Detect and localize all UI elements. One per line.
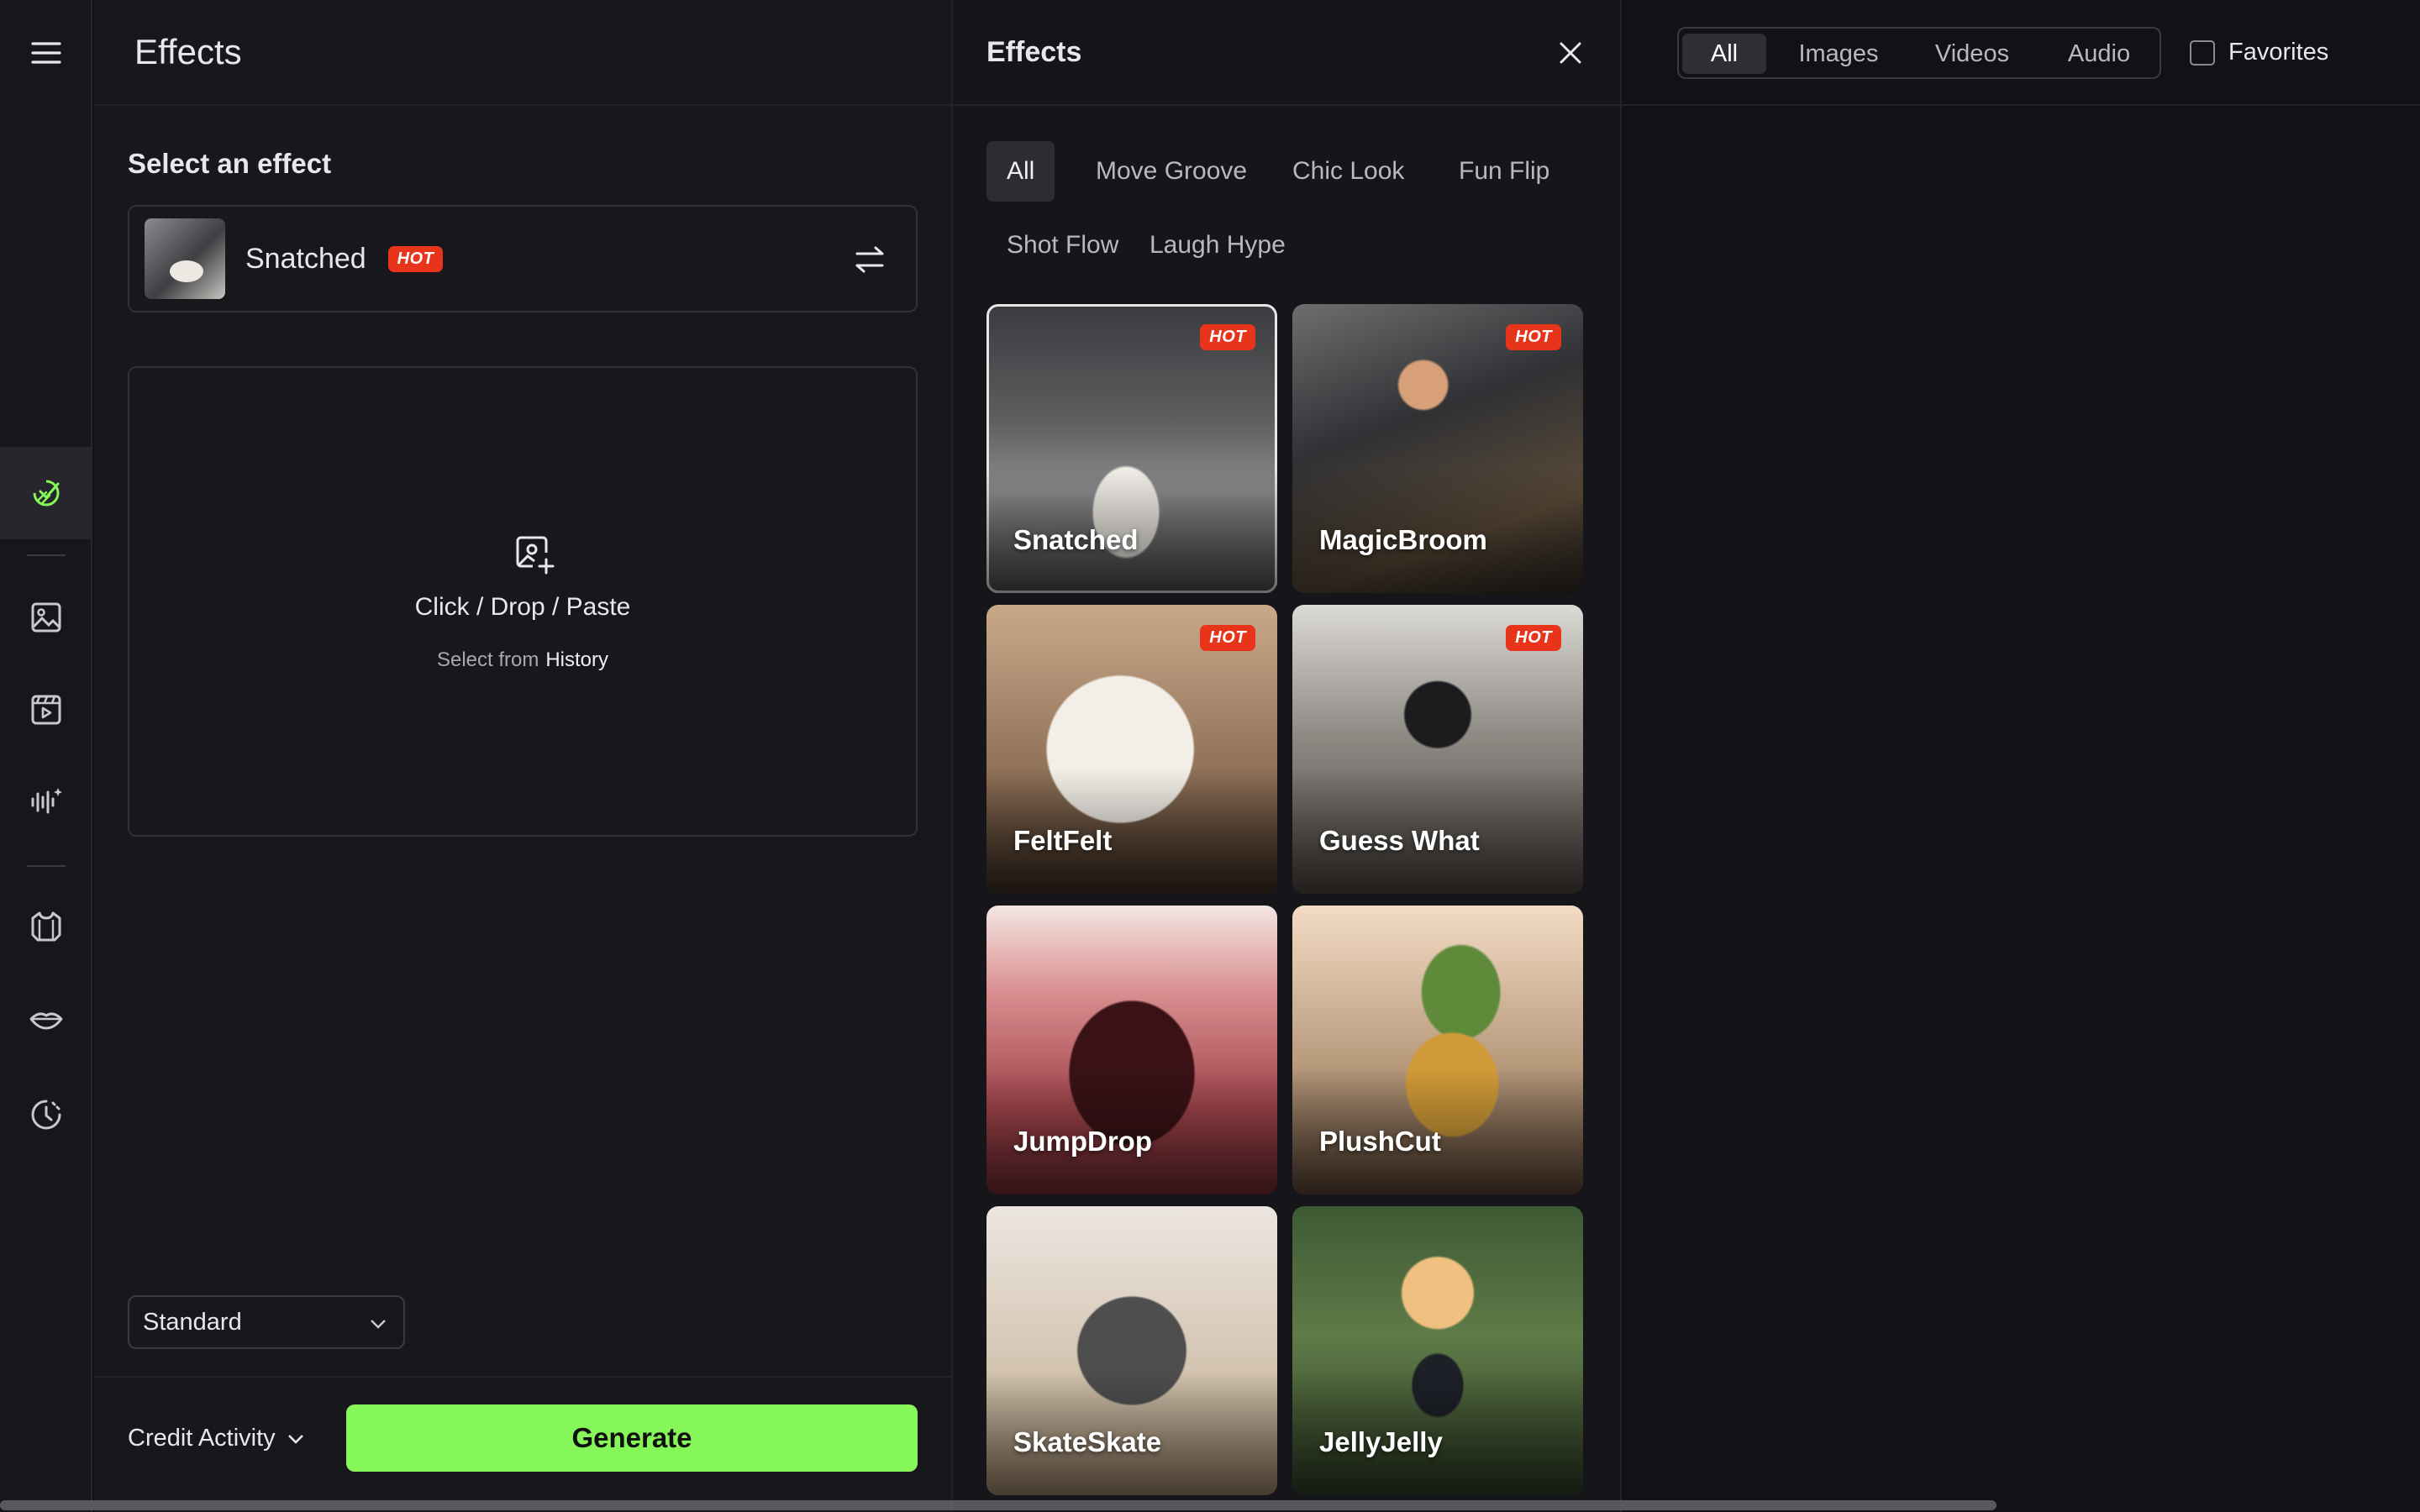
image-add-icon (516, 536, 555, 575)
chevron-down-icon (287, 1434, 303, 1444)
menu-icon[interactable] (0, 7, 92, 99)
effect-card-label: SkateSkate (1013, 1426, 1162, 1457)
image-icon[interactable] (0, 571, 92, 664)
favorites-toggle[interactable]: Favorites (2190, 39, 2328, 66)
effect-card-magicbroom[interactable]: HOT MagicBroom (1292, 304, 1583, 593)
sidebar-divider (27, 554, 66, 556)
effect-card-label: PlushCut (1319, 1126, 1441, 1157)
history-icon[interactable] (0, 1068, 92, 1161)
quality-select[interactable]: Standard (128, 1295, 405, 1349)
effect-card-jellyjelly[interactable]: JellyJelly (1292, 1206, 1583, 1495)
effect-card-label: FeltFelt (1013, 825, 1113, 856)
hot-badge: HOT (387, 245, 444, 272)
results-area: All Images Videos Audio Favorites (1622, 0, 2420, 1512)
selected-effect-name: Snatched (245, 242, 366, 275)
filter-videos[interactable]: Videos (1909, 34, 2035, 74)
effects-icon[interactable] (0, 447, 92, 539)
credit-activity-label: Credit Activity (128, 1425, 276, 1452)
effect-card-label: Snatched (1013, 524, 1139, 555)
effect-settings-panel: Effects Select an effect Snatched HOT Cl… (94, 0, 951, 1512)
filter-audio[interactable]: Audio (2040, 34, 2158, 74)
credit-activity-dropdown[interactable]: Credit Activity (128, 1425, 306, 1452)
history-hint: Select from History (129, 648, 916, 672)
effects-panel-title: Effects (953, 0, 1620, 106)
upload-instructions: Click / Drop / Paste (414, 593, 631, 621)
results-toolbar: All Images Videos Audio Favorites (1622, 0, 2420, 106)
effect-card-snatched[interactable]: HOT Snatched (986, 304, 1277, 593)
close-icon[interactable] (1556, 39, 1585, 67)
generate-button[interactable]: Generate (346, 1404, 918, 1472)
effect-card-label: Guess What (1319, 825, 1480, 856)
favorites-checkbox[interactable] (2190, 39, 2215, 66)
horizontal-scrollbar[interactable] (0, 1500, 1996, 1510)
favorites-label: Favorites (2228, 39, 2329, 66)
section-title: Select an effect (128, 148, 332, 179)
tab-laugh-hype[interactable]: Laugh Hype (1129, 215, 1306, 276)
effect-card-label: JellyJelly (1319, 1426, 1443, 1457)
effect-card-label: MagicBroom (1319, 524, 1487, 555)
hot-badge: HOT (1200, 625, 1255, 651)
sidebar-rail (0, 0, 92, 1512)
lip-sync-icon[interactable] (0, 974, 92, 1067)
audio-icon[interactable] (0, 756, 92, 848)
panel-title: Effects (94, 0, 951, 106)
effects-browser-panel: Effects All Move Groove Chic Look Fun Fl… (951, 0, 1622, 1512)
upload-dropzone[interactable]: Click / Drop / Paste Select from History (128, 366, 918, 837)
effect-card-plushcut[interactable]: PlushCut (1292, 906, 1583, 1194)
history-hint-text: Select from (436, 648, 539, 671)
sidebar-divider (27, 865, 66, 867)
filter-all[interactable]: All (1682, 34, 1766, 74)
media-filter: All Images Videos Audio (1677, 27, 2161, 79)
swap-icon[interactable] (850, 240, 889, 279)
hot-badge: HOT (1506, 625, 1561, 651)
effect-thumbnail (145, 218, 225, 299)
selected-effect[interactable]: Snatched HOT (128, 205, 918, 312)
filter-images[interactable]: Images (1780, 34, 1897, 74)
effect-card-guess-what[interactable]: HOT Guess What (1292, 605, 1583, 894)
tab-fun-flip[interactable]: Fun Flip (1439, 141, 1570, 202)
tab-shot-flow[interactable]: Shot Flow (986, 215, 1139, 276)
effect-card-label: JumpDrop (1013, 1126, 1152, 1157)
quality-select-value: Standard (143, 1308, 242, 1336)
effect-card-jumpdrop[interactable]: JumpDrop (986, 906, 1277, 1194)
hot-badge: HOT (1506, 324, 1561, 350)
history-link[interactable]: History (545, 648, 608, 671)
chevron-down-icon (371, 1320, 386, 1329)
hot-badge: HOT (1200, 324, 1255, 350)
tab-move-groove[interactable]: Move Groove (1076, 141, 1267, 202)
effect-card-feltfelt[interactable]: HOT FeltFelt (986, 605, 1277, 894)
video-icon[interactable] (0, 664, 92, 756)
effect-card-skateskate[interactable]: SkateSkate (986, 1206, 1277, 1495)
outfit-icon[interactable] (0, 880, 92, 973)
tab-chic-look[interactable]: Chic Look (1272, 141, 1424, 202)
tab-all[interactable]: All (986, 141, 1055, 202)
footer-bar: Credit Activity Generate (94, 1376, 951, 1512)
